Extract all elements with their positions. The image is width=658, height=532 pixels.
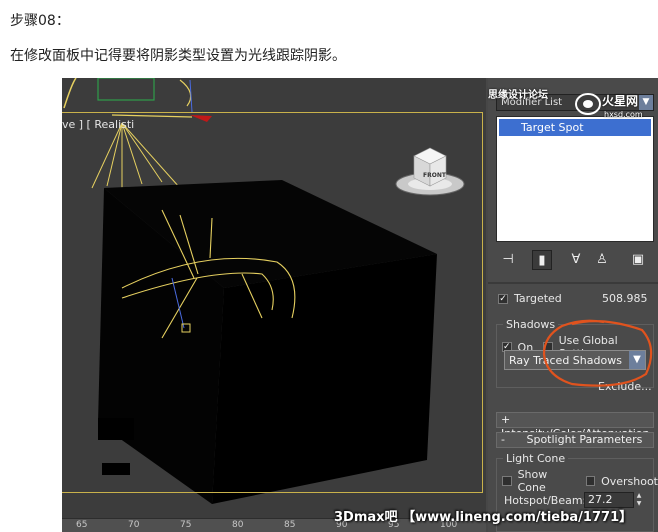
targeted-checkbox-row[interactable]: ✓ Targeted bbox=[498, 292, 562, 305]
instruction-text: 在修改面板中记得要将阴影类型设置为光线跟踪阴影。 bbox=[10, 48, 346, 64]
ruler-tick-label: 75 bbox=[180, 520, 192, 530]
watermark-logo-url: hxsd.com bbox=[604, 110, 643, 119]
expand-plus-icon: + bbox=[501, 413, 511, 426]
viewport-label[interactable]: ve ] [ Realisti bbox=[62, 118, 134, 131]
watermark-tieba-text: 3Dmax吧 【www.lineng.com/tieba/1771】 bbox=[334, 510, 633, 525]
spinner-arrows-icon[interactable]: ▲ ▼ bbox=[634, 492, 644, 508]
spotlight-rollout-header[interactable]: - Spotlight Parameters bbox=[496, 432, 654, 448]
target-distance-value: 508.985 bbox=[602, 292, 648, 305]
light-cone-group-title: Light Cone bbox=[503, 452, 569, 465]
pin-stack-icon[interactable]: ⊣ bbox=[498, 250, 518, 270]
watermark-forum-text: 思缘设计论坛 bbox=[488, 90, 548, 101]
show-cone-label: Show Cone bbox=[517, 468, 548, 494]
watermark-logo-text: 火星网 bbox=[602, 94, 639, 108]
ruler-tick-label: 80 bbox=[232, 520, 244, 530]
remove-modifier-icon[interactable]: ♙ bbox=[592, 250, 612, 270]
make-unique-icon[interactable]: ∀ bbox=[566, 250, 586, 270]
modifier-stack[interactable]: Target Spot bbox=[496, 116, 654, 242]
overshoot-label: Overshoot bbox=[601, 474, 658, 488]
perspective-viewport[interactable]: FRONT ve ] [ Realisti bbox=[62, 78, 486, 518]
active-viewport-frame bbox=[62, 112, 483, 493]
collapse-minus-icon: - bbox=[501, 433, 505, 446]
ruler-tick-label: 65 bbox=[76, 520, 88, 530]
configure-modifier-sets-icon[interactable]: ▣ bbox=[628, 250, 648, 270]
annotation-ellipse bbox=[542, 319, 653, 387]
targeted-label: Targeted bbox=[514, 292, 562, 305]
light-cone-options-row[interactable]: Show Cone Overshoot bbox=[502, 468, 658, 494]
spotlight-rollout-label: Spotlight Parameters bbox=[526, 433, 643, 446]
ruler-tick-label: 70 bbox=[128, 520, 140, 530]
stack-toolbar: ⊣ ▮ ∀ ♙ ▣ bbox=[496, 248, 656, 274]
intensity-rollout-header[interactable]: + Intensity/Color/Attenuation bbox=[496, 412, 654, 440]
overshoot-checkbox[interactable] bbox=[585, 476, 596, 486]
ruler-tick-label: 85 bbox=[284, 520, 296, 530]
max-screenshot: FRONT ve ] [ Realisti 65 70 75 80 85 90 … bbox=[62, 78, 658, 532]
panel-divider bbox=[488, 282, 658, 284]
show-cone-checkbox[interactable] bbox=[502, 476, 512, 486]
step-title: 步骤08： bbox=[10, 13, 70, 29]
targeted-checkbox[interactable]: ✓ bbox=[498, 293, 508, 304]
command-panel: Modifier List ▼ Target Spot ⊣ ▮ ∀ ♙ ▣ ✓ … bbox=[488, 78, 658, 532]
show-end-result-icon[interactable]: ▮ bbox=[532, 250, 552, 270]
